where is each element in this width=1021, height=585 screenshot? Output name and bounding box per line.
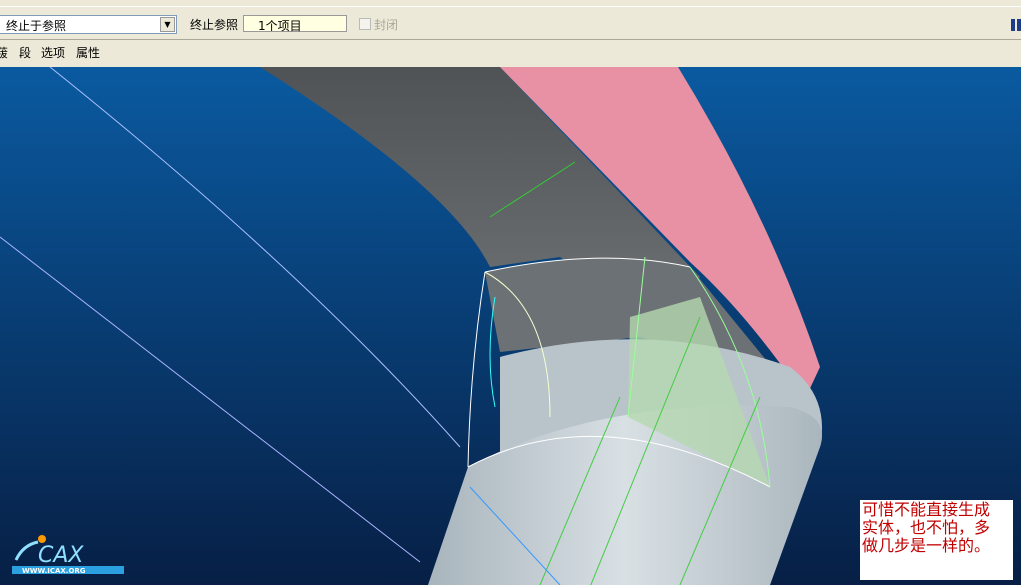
tab-placement[interactable]: 菝 (0, 44, 8, 61)
tab-segments[interactable]: 段 (19, 44, 31, 61)
note-line: 做几步是一样的。 (862, 536, 991, 555)
tab-properties[interactable]: 属性 (76, 44, 100, 61)
ref-value: 1个项目 (258, 19, 302, 33)
note-line: 实体，也不怕，多 (862, 518, 991, 537)
3d-viewport[interactable]: 可惜不能直接生成 实体，也不怕，多 做几步是一样的。 (0, 67, 1021, 585)
svg-text:CAX: CAX (38, 543, 84, 568)
toolbar: 终止于参照 ▼ 终止参照 1个项目 封闭 (0, 6, 1021, 40)
ref-collector-field[interactable]: 1个项目 (243, 15, 347, 33)
end-condition-dropdown[interactable]: 终止于参照 ▼ (0, 15, 177, 34)
dropdown-value: 终止于参照 (6, 19, 67, 33)
annotation-note: 可惜不能直接生成 实体，也不怕，多 做几步是一样的。 (860, 500, 1013, 580)
closed-label: 封闭 (374, 18, 399, 32)
tab-options[interactable]: 选项 (41, 44, 65, 61)
icax-logo: CAX WWW.ICAX.ORG (8, 530, 128, 578)
dashboard-tabs: 菝 段 选项 属性 (0, 40, 1021, 66)
chevron-down-icon[interactable]: ▼ (160, 17, 175, 32)
note-line: 可惜不能直接生成 (862, 500, 991, 519)
logo-url: WWW.ICAX.ORG (22, 567, 86, 575)
pause-icon[interactable] (1011, 19, 1021, 31)
ref-label: 终止参照 (190, 18, 239, 32)
closed-checkbox[interactable] (359, 18, 371, 30)
